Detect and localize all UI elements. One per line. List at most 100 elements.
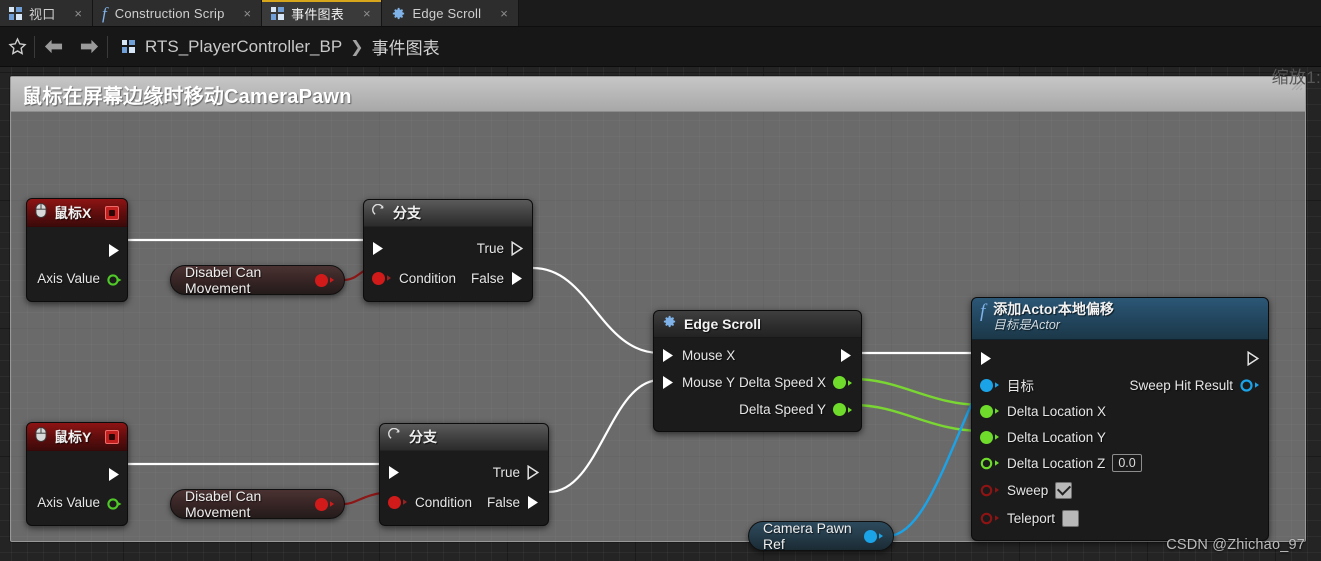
pin-label: Delta Location Z bbox=[1007, 455, 1106, 471]
event-delete-button[interactable] bbox=[105, 205, 119, 220]
bool-output-pin[interactable] bbox=[315, 273, 335, 287]
pin-label: Delta Speed Y bbox=[739, 402, 826, 417]
node-branch-x[interactable]: 分支 True Condition False bbox=[363, 199, 533, 302]
float-output-pin[interactable] bbox=[107, 497, 122, 510]
bool-input-pin[interactable] bbox=[980, 484, 1000, 497]
pin-row-delta-location-x: Delta Location X bbox=[972, 398, 1268, 424]
sweep-checkbox[interactable] bbox=[1055, 481, 1073, 499]
pin-row-delta-location-z: Delta Location Z 0.0 bbox=[972, 450, 1268, 476]
node-header[interactable]: 鼠标X bbox=[27, 199, 127, 227]
exec-input-pin[interactable] bbox=[662, 348, 675, 363]
tab-construction-script[interactable]: f Construction Scrip × bbox=[93, 0, 263, 26]
exec-output-pin[interactable] bbox=[840, 348, 853, 363]
exec-input-pin[interactable] bbox=[372, 241, 385, 256]
bool-input-pin[interactable] bbox=[388, 495, 408, 509]
breadcrumb-leaf[interactable]: 事件图表 bbox=[372, 34, 440, 59]
pin-label-true: True bbox=[476, 240, 504, 256]
close-icon[interactable]: × bbox=[500, 7, 508, 20]
tab-label: Edge Scroll bbox=[412, 5, 482, 21]
tab-event-graph[interactable]: 事件图表 × bbox=[262, 0, 382, 26]
node-camera-pawn-ref[interactable]: Camera Pawn Ref bbox=[748, 520, 894, 552]
object-output-pin[interactable] bbox=[864, 529, 884, 543]
tab-edge-scroll[interactable]: Edge Scroll × bbox=[381, 0, 519, 26]
pin-row-condition-false: Condition False bbox=[380, 487, 548, 517]
node-pins: 目标 Sweep Hit Result Delta Location X Del… bbox=[972, 340, 1268, 540]
float-input-pin[interactable] bbox=[980, 404, 1000, 418]
exec-input-pin[interactable] bbox=[662, 375, 675, 390]
exec-output-pin-true[interactable] bbox=[527, 464, 540, 480]
close-icon[interactable]: × bbox=[74, 7, 82, 20]
pin-label: Mouse X bbox=[682, 348, 736, 363]
favorite-star-icon[interactable] bbox=[0, 36, 34, 57]
exec-output-pin[interactable] bbox=[108, 467, 121, 482]
node-mouse-x-event[interactable]: 鼠标X Axis Value bbox=[26, 198, 128, 302]
variable-label: Camera Pawn Ref bbox=[763, 520, 852, 552]
exec-output-pin-false[interactable] bbox=[511, 271, 524, 286]
bool-output-pin[interactable] bbox=[315, 497, 335, 511]
node-title: 鼠标Y bbox=[54, 428, 92, 445]
pin-row-exec-out bbox=[27, 461, 127, 487]
pin-label: Sweep Hit Result bbox=[1129, 377, 1233, 393]
pin-row-exec-out bbox=[27, 237, 127, 263]
pin-label: Sweep bbox=[1007, 482, 1049, 498]
node-branch-y[interactable]: 分支 True Condition False bbox=[379, 423, 549, 526]
exec-output-pin[interactable] bbox=[108, 243, 121, 258]
pin-label: Delta Location Y bbox=[1007, 429, 1106, 445]
node-add-actor-local-offset[interactable]: f 添加Actor本地偏移 目标是Actor 目标 Sweep Hit Resu… bbox=[971, 297, 1269, 541]
pin-label: 目标 bbox=[1007, 379, 1034, 394]
pin-row-delta-speed-y: Delta Speed Y bbox=[654, 396, 861, 423]
bool-input-pin[interactable] bbox=[372, 271, 392, 285]
close-icon[interactable]: × bbox=[244, 7, 252, 20]
node-header[interactable]: 分支 bbox=[364, 200, 532, 227]
bool-input-pin[interactable] bbox=[980, 512, 1000, 525]
pin-row-axis-value: Axis Value bbox=[27, 263, 127, 293]
node-mouse-y-event[interactable]: 鼠标Y Axis Value bbox=[26, 422, 128, 526]
node-disabel-can-movement-x[interactable]: Disabel Can Movement bbox=[170, 264, 345, 296]
comment-title: 鼠标在屏幕边缘时移动CameraPawn bbox=[22, 85, 352, 108]
node-pins: True Condition False bbox=[380, 451, 548, 525]
blueprint-grid-icon bbox=[271, 6, 285, 20]
event-delete-button[interactable] bbox=[105, 429, 119, 444]
breadcrumb-root[interactable]: RTS_PlayerController_BP bbox=[145, 37, 342, 57]
tab-label: Construction Scrip bbox=[114, 5, 225, 21]
node-header[interactable]: Edge Scroll bbox=[654, 311, 861, 338]
object-input-pin[interactable] bbox=[980, 378, 1000, 392]
comment-header[interactable]: 鼠标在屏幕边缘时移动CameraPawn bbox=[11, 77, 1305, 112]
exec-input-pin[interactable] bbox=[388, 465, 401, 480]
pin-label: Delta Speed X bbox=[738, 375, 826, 390]
function-fx-icon: f bbox=[980, 301, 986, 322]
float-input-pin[interactable] bbox=[980, 457, 1000, 470]
node-edge-scroll[interactable]: Edge Scroll Mouse X Mouse Y Delta Speed … bbox=[653, 310, 862, 432]
exec-output-pin[interactable] bbox=[1247, 350, 1260, 366]
exec-output-pin-false[interactable] bbox=[527, 495, 540, 510]
pin-label: Teleport bbox=[1007, 510, 1056, 526]
teleport-checkbox[interactable] bbox=[1062, 509, 1080, 527]
node-header[interactable]: f 添加Actor本地偏移 目标是Actor bbox=[972, 298, 1268, 340]
float-output-pin[interactable] bbox=[833, 376, 853, 389]
exec-input-pin[interactable] bbox=[980, 351, 993, 366]
node-header[interactable]: 分支 bbox=[380, 424, 548, 451]
node-header[interactable]: 鼠标Y bbox=[27, 423, 127, 451]
pin-row-exec-true: True bbox=[380, 457, 548, 487]
close-icon[interactable]: × bbox=[363, 7, 371, 20]
back-arrow-icon[interactable] bbox=[35, 37, 71, 56]
float-input-pin[interactable] bbox=[980, 430, 1000, 444]
pin-row-mouse-y: Mouse Y Delta Speed X bbox=[654, 369, 861, 396]
struct-output-pin[interactable] bbox=[1240, 378, 1260, 392]
mouse-icon bbox=[35, 202, 47, 223]
pin-label-condition: Condition bbox=[399, 270, 457, 286]
branch-icon bbox=[388, 427, 402, 447]
tab-bar: 视口 × f Construction Scrip × 事件图表 × Edge … bbox=[0, 0, 1321, 27]
pin-row-axis-value: Axis Value bbox=[27, 487, 127, 517]
node-title: 分支 bbox=[393, 205, 421, 221]
node-disabel-can-movement-y[interactable]: Disabel Can Movement bbox=[170, 488, 345, 520]
float-output-pin[interactable] bbox=[833, 403, 853, 416]
float-output-pin[interactable] bbox=[107, 273, 122, 286]
forward-arrow-icon[interactable] bbox=[71, 37, 107, 56]
delta-location-z-input[interactable]: 0.0 bbox=[1112, 454, 1143, 472]
pin-label: Axis Value bbox=[37, 494, 100, 510]
event-graph-canvas[interactable]: 鼠标在屏幕边缘时移动CameraPawn 鼠标X Axis Value 鼠标Y … bbox=[0, 67, 1321, 561]
node-title: 添加Actor本地偏移 bbox=[993, 301, 1114, 317]
tab-viewport[interactable]: 视口 × bbox=[0, 0, 93, 26]
exec-output-pin-true[interactable] bbox=[511, 240, 524, 256]
